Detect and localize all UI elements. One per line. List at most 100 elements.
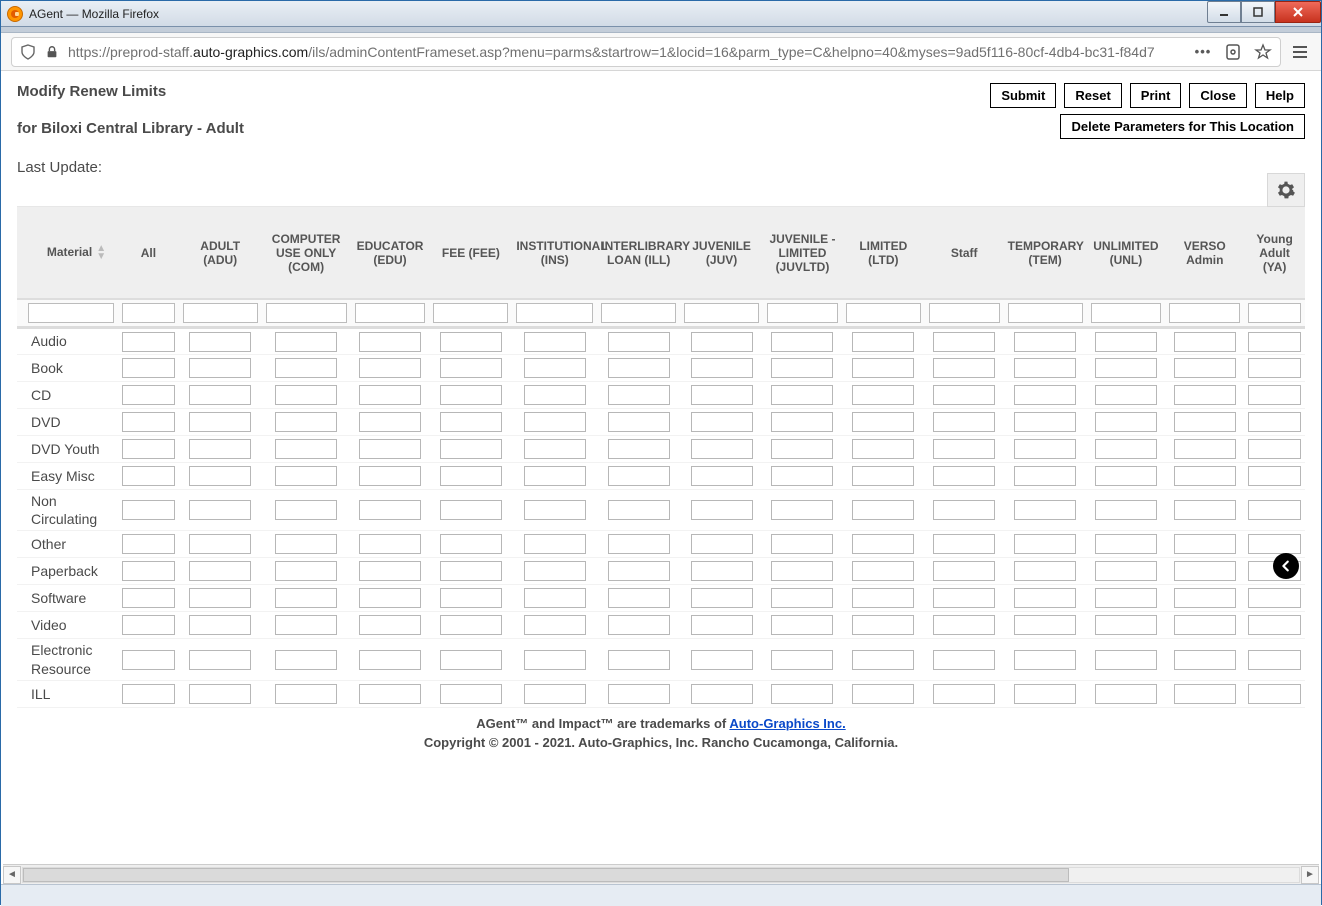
cell-input[interactable] — [189, 385, 251, 405]
cell-input[interactable] — [691, 615, 753, 635]
cell-input[interactable] — [122, 684, 175, 704]
cell-input[interactable] — [524, 561, 586, 581]
cell-input[interactable] — [1095, 684, 1157, 704]
cell-input[interactable] — [189, 534, 251, 554]
cell-input[interactable] — [440, 684, 502, 704]
cell-input[interactable] — [691, 500, 753, 520]
cell-input[interactable] — [440, 358, 502, 378]
cell-input[interactable] — [275, 561, 337, 581]
cell-input[interactable] — [1248, 466, 1301, 486]
bookmark-star-icon[interactable] — [1254, 43, 1272, 61]
column-header-ins[interactable]: INSTITUTIONAL (INS) — [512, 207, 597, 299]
cell-input[interactable] — [1248, 684, 1301, 704]
cell-input[interactable] — [933, 500, 995, 520]
cell-input[interactable] — [1014, 500, 1076, 520]
cell-input[interactable] — [1248, 332, 1301, 352]
column-header-material[interactable]: Material — [17, 207, 118, 299]
cell-input[interactable] — [1174, 650, 1236, 670]
url-bar[interactable]: https://preprod-staff.auto-graphics.com/… — [11, 37, 1281, 67]
cell-input[interactable] — [359, 684, 421, 704]
filter-input-all[interactable] — [122, 303, 175, 323]
cell-input[interactable] — [359, 500, 421, 520]
collapse-panel-button[interactable] — [1273, 553, 1299, 579]
cell-input[interactable] — [933, 650, 995, 670]
app-menu-button[interactable] — [1289, 43, 1311, 61]
cell-input[interactable] — [691, 588, 753, 608]
cell-input[interactable] — [275, 534, 337, 554]
cell-input[interactable] — [524, 385, 586, 405]
cell-input[interactable] — [524, 684, 586, 704]
cell-input[interactable] — [933, 684, 995, 704]
cell-input[interactable] — [1014, 684, 1076, 704]
cell-input[interactable] — [122, 412, 175, 432]
cell-input[interactable] — [275, 358, 337, 378]
filter-input-ill[interactable] — [601, 303, 676, 323]
cell-input[interactable] — [189, 332, 251, 352]
cell-input[interactable] — [608, 588, 670, 608]
cell-input[interactable] — [275, 385, 337, 405]
cell-input[interactable] — [122, 588, 175, 608]
cell-input[interactable] — [771, 500, 833, 520]
cell-input[interactable] — [440, 466, 502, 486]
cell-input[interactable] — [608, 358, 670, 378]
cell-input[interactable] — [608, 466, 670, 486]
cell-input[interactable] — [771, 412, 833, 432]
page-actions-icon[interactable]: ••• — [1194, 43, 1212, 61]
cell-input[interactable] — [359, 534, 421, 554]
cell-input[interactable] — [440, 439, 502, 459]
cell-input[interactable] — [524, 332, 586, 352]
cell-input[interactable] — [852, 332, 914, 352]
filter-input-ins[interactable] — [516, 303, 593, 323]
cell-input[interactable] — [359, 650, 421, 670]
cell-input[interactable] — [1248, 500, 1301, 520]
cell-input[interactable] — [1014, 466, 1076, 486]
cell-input[interactable] — [691, 561, 753, 581]
cell-input[interactable] — [852, 358, 914, 378]
cell-input[interactable] — [852, 561, 914, 581]
cell-input[interactable] — [1248, 385, 1301, 405]
cell-input[interactable] — [122, 466, 175, 486]
window-close-button[interactable] — [1275, 1, 1321, 23]
cell-input[interactable] — [122, 439, 175, 459]
column-header-juvltd[interactable]: JUVENILE - LIMITED (JUVLTD) — [763, 207, 842, 299]
cell-input[interactable] — [275, 684, 337, 704]
window-maximize-button[interactable] — [1241, 1, 1275, 23]
column-header-verso[interactable]: VERSO Admin — [1165, 207, 1244, 299]
cell-input[interactable] — [691, 534, 753, 554]
filter-input-fee[interactable] — [433, 303, 508, 323]
cell-input[interactable] — [852, 588, 914, 608]
cell-input[interactable] — [1095, 385, 1157, 405]
cell-input[interactable] — [933, 332, 995, 352]
cell-input[interactable] — [691, 684, 753, 704]
cell-input[interactable] — [691, 466, 753, 486]
cell-input[interactable] — [1248, 358, 1301, 378]
cell-input[interactable] — [1014, 534, 1076, 554]
cell-input[interactable] — [1174, 332, 1236, 352]
cell-input[interactable] — [359, 385, 421, 405]
cell-input[interactable] — [608, 439, 670, 459]
cell-input[interactable] — [1248, 650, 1301, 670]
column-header-edu[interactable]: EDUCATOR (EDU) — [351, 207, 430, 299]
help-button[interactable]: Help — [1255, 83, 1305, 108]
cell-input[interactable] — [1174, 385, 1236, 405]
cell-input[interactable] — [122, 500, 175, 520]
scroll-track[interactable] — [22, 867, 1300, 883]
filter-input-juv[interactable] — [684, 303, 759, 323]
delete-parameters-button[interactable]: Delete Parameters for This Location — [1060, 114, 1305, 139]
cell-input[interactable] — [691, 412, 753, 432]
tracking-protection-icon[interactable] — [20, 44, 36, 60]
cell-input[interactable] — [691, 650, 753, 670]
cell-input[interactable] — [1095, 439, 1157, 459]
cell-input[interactable] — [440, 588, 502, 608]
cell-input[interactable] — [440, 561, 502, 581]
column-header-staff[interactable]: Staff — [925, 207, 1004, 299]
cell-input[interactable] — [608, 332, 670, 352]
cell-input[interactable] — [359, 412, 421, 432]
cell-input[interactable] — [189, 412, 251, 432]
column-header-com[interactable]: COMPUTER USE ONLY (COM) — [262, 207, 351, 299]
cell-input[interactable] — [771, 534, 833, 554]
cell-input[interactable] — [771, 615, 833, 635]
cell-input[interactable] — [1248, 439, 1301, 459]
cell-input[interactable] — [359, 588, 421, 608]
cell-input[interactable] — [1014, 385, 1076, 405]
